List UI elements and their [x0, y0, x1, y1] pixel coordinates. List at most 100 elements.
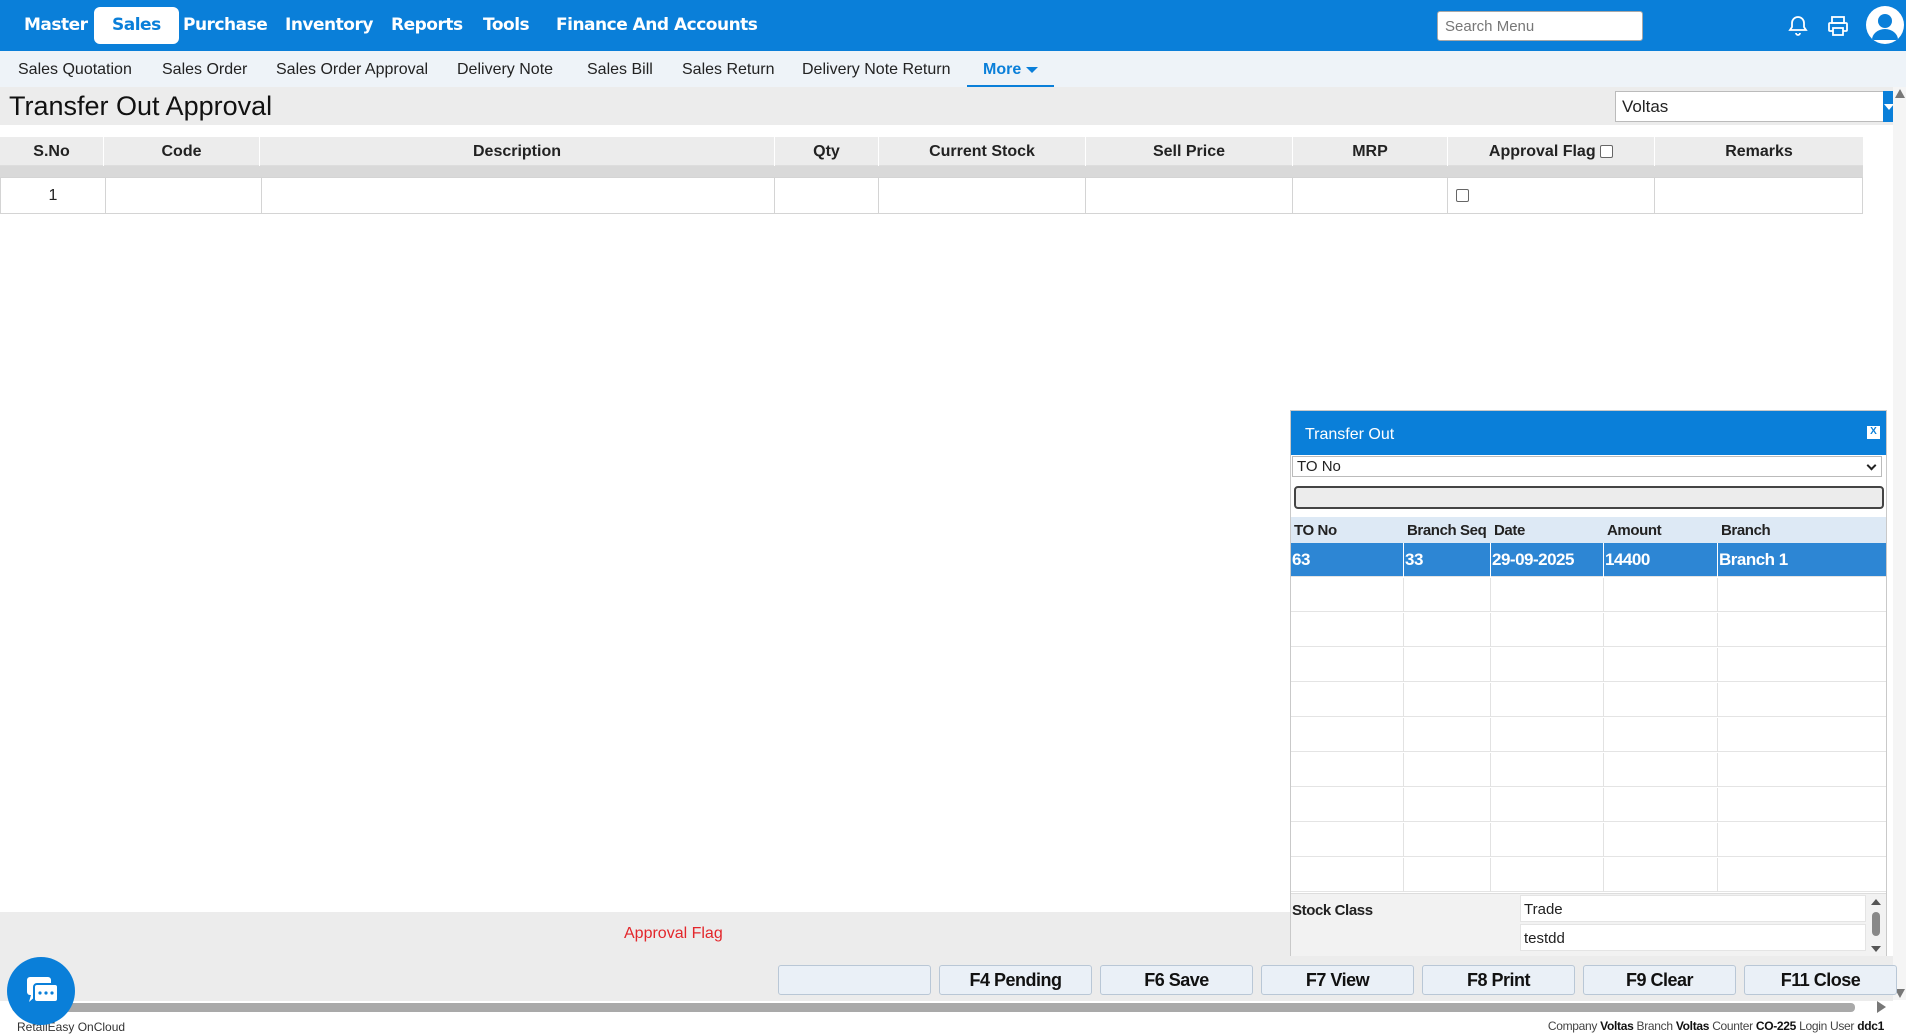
approval-flag-checkbox[interactable]: [1456, 189, 1469, 203]
chat-icon[interactable]: [7, 957, 75, 1025]
cell-code[interactable]: [106, 178, 262, 213]
col-remarks: Remarks: [1725, 143, 1793, 160]
dialog-header: Transfer Out X: [1291, 411, 1886, 455]
empty-table-row: [1291, 683, 1886, 717]
session-info: Company Voltas Branch Voltas Counter CO-…: [1548, 1019, 1884, 1033]
empty-table-row: [1291, 613, 1886, 647]
pending-button[interactable]: F4 Pending: [939, 965, 1092, 995]
page-title: Transfer Out Approval: [9, 91, 273, 121]
approval-flag-select-all-checkbox[interactable]: [1600, 145, 1614, 159]
counter-label: Counter: [1712, 1019, 1753, 1033]
subnav-delivery-note-return[interactable]: Delivery Note Return: [802, 51, 951, 87]
empty-cell: [1604, 648, 1718, 682]
cell-remarks[interactable]: [1655, 178, 1862, 213]
empty-cell: [1718, 648, 1886, 682]
blank-button[interactable]: [778, 965, 931, 995]
cell-to-no: 63: [1291, 543, 1404, 577]
empty-cell: [1404, 858, 1491, 892]
details-scrollbar[interactable]: [1868, 896, 1884, 956]
nav-inventory[interactable]: Inventory: [285, 0, 373, 51]
company-value: Voltas: [1600, 1019, 1634, 1033]
view-button[interactable]: F7 View: [1261, 965, 1414, 995]
col-to-no: TO No: [1294, 522, 1337, 539]
empty-table-row: [1291, 648, 1886, 682]
print-button[interactable]: F8 Print: [1422, 965, 1575, 995]
empty-table-row: [1291, 578, 1886, 612]
empty-cell: [1491, 648, 1604, 682]
grid-header: S.No Code Description Qty Current Stock …: [0, 137, 1863, 166]
cell-current-stock: [879, 178, 1086, 213]
scroll-right-icon[interactable]: [1877, 1001, 1886, 1013]
col-code: Code: [104, 137, 260, 166]
subnav-sales-order[interactable]: Sales Order: [162, 51, 247, 87]
empty-cell: [1604, 718, 1718, 752]
horizontal-scroll-thumb[interactable]: [12, 1003, 1855, 1012]
close-button[interactable]: F11 Close: [1744, 965, 1897, 995]
empty-cell: [1604, 823, 1718, 857]
col-approval-flag: Approval Flag: [1448, 137, 1655, 166]
empty-cell: [1491, 718, 1604, 752]
empty-table-row: [1291, 823, 1886, 857]
empty-cell: [1604, 858, 1718, 892]
close-icon[interactable]: X: [1867, 426, 1880, 439]
branch-select[interactable]: Voltas: [1615, 91, 1885, 122]
subnav-sales-order-approval[interactable]: Sales Order Approval: [276, 51, 428, 87]
chevron-down-icon: [1026, 66, 1039, 73]
nav-finance-and-accounts[interactable]: Finance And Accounts: [556, 0, 758, 51]
dialog-title: Transfer Out: [1305, 426, 1395, 443]
empty-cell: [1491, 823, 1604, 857]
branch-label: Branch: [1636, 1019, 1674, 1033]
col-sell-price: Sell Price: [1086, 137, 1293, 166]
top-nav: Master Sales Purchase Inventory Reports …: [0, 0, 1906, 51]
nav-reports[interactable]: Reports: [391, 0, 463, 51]
user-avatar-icon[interactable]: [1866, 6, 1904, 44]
col-qty: Qty: [775, 137, 879, 166]
dialog-search-input[interactable]: [1294, 486, 1884, 509]
subnav-sales-bill[interactable]: Sales Bill: [587, 51, 653, 87]
counter-value: CO-225: [1755, 1019, 1797, 1033]
login-user-value: ddc1: [1857, 1019, 1884, 1033]
subnav-sales-return[interactable]: Sales Return: [682, 51, 775, 87]
printer-icon[interactable]: [1826, 14, 1850, 38]
empty-cell: [1604, 788, 1718, 822]
subnav-more[interactable]: More: [967, 51, 1055, 87]
nav-sales[interactable]: Sales: [94, 7, 179, 44]
col-branch-seq: Branch Seq: [1407, 522, 1487, 539]
empty-cell: [1491, 683, 1604, 717]
empty-cell: [1291, 648, 1404, 682]
subnav-sales-quotation[interactable]: Sales Quotation: [18, 51, 132, 87]
cell-qty[interactable]: [775, 178, 879, 213]
empty-cell: [1404, 613, 1491, 647]
stock-class-value: Trade: [1520, 895, 1866, 922]
empty-cell: [1491, 753, 1604, 787]
clear-button[interactable]: F9 Clear: [1583, 965, 1736, 995]
save-button[interactable]: F6 Save: [1100, 965, 1253, 995]
empty-cell: [1291, 858, 1404, 892]
nav-master[interactable]: Master: [24, 0, 88, 51]
horizontal-scrollbar[interactable]: [0, 1001, 1893, 1013]
cell-mrp: [1293, 178, 1448, 213]
empty-cell: [1718, 578, 1886, 612]
empty-cell: [1291, 753, 1404, 787]
subnav-delivery-note[interactable]: Delivery Note: [457, 51, 553, 87]
filter-field-select[interactable]: TO No: [1292, 456, 1882, 477]
stock-class-label: Stock Class: [1292, 902, 1373, 919]
stock-class-value: testdd: [1520, 924, 1866, 951]
scroll-up-icon[interactable]: [1895, 89, 1905, 98]
bell-icon[interactable]: [1786, 14, 1810, 38]
empty-cell: [1291, 718, 1404, 752]
nav-tools[interactable]: Tools: [483, 0, 530, 51]
empty-cell: [1291, 578, 1404, 612]
col-branch: Branch: [1721, 522, 1771, 539]
search-menu-input[interactable]: [1437, 11, 1643, 41]
nav-purchase[interactable]: Purchase: [183, 0, 268, 51]
empty-cell: [1491, 578, 1604, 612]
empty-cell: [1404, 788, 1491, 822]
table-row[interactable]: 63 33 29-09-2025 14400 Branch 1: [1291, 543, 1886, 577]
empty-cell: [1291, 683, 1404, 717]
cell-description[interactable]: [262, 178, 775, 213]
empty-cell: [1718, 683, 1886, 717]
cell-approval-flag: [1448, 178, 1655, 213]
page-vertical-scrollbar[interactable]: [1893, 87, 1906, 1000]
empty-cell: [1404, 648, 1491, 682]
